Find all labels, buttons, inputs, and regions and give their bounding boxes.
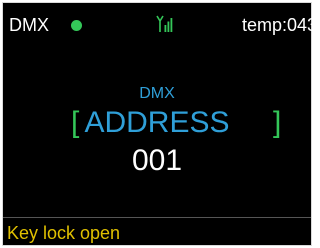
parameter-title: ADDRESS [84,106,230,139]
footer-bar: Key lock open [3,217,311,245]
main-panel: DMX [ ADDRESS ] 001 [3,3,311,245]
device-display: DMX temp:043 DMX [ ADDRESS ] 001 Key loc… [2,2,317,246]
key-lock-status: Key lock open [7,223,121,243]
parameter-value[interactable]: 001 [3,143,311,179]
selection-bracket-right: ] [273,106,282,139]
menu-subtitle: DMX [139,85,175,102]
